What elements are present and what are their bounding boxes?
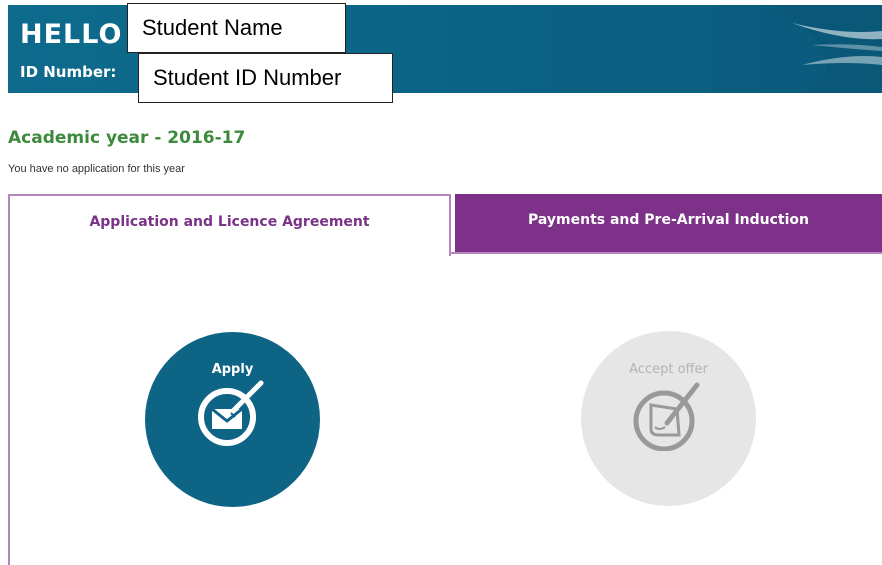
banner-wave-decoration <box>772 5 882 93</box>
apply-button[interactable]: Apply <box>145 332 320 507</box>
tab-divider <box>449 252 882 254</box>
student-id-box: Student ID Number <box>138 53 393 103</box>
no-application-note: You have no application for this year <box>8 163 185 175</box>
envelope-check-icon <box>197 380 263 446</box>
academic-year-title: Academic year - 2016-17 <box>8 128 246 148</box>
id-number-label: ID Number: <box>20 63 117 81</box>
student-name-box: Student Name <box>127 3 346 53</box>
panel-border <box>8 254 10 565</box>
document-sign-icon <box>633 382 699 451</box>
apply-label: Apply <box>211 362 254 377</box>
accept-offer-button: Accept offer <box>581 331 756 506</box>
tab-payments-induction[interactable]: Payments and Pre-Arrival Induction <box>455 194 882 254</box>
greeting-text: HELLO <box>20 19 123 50</box>
accept-offer-label: Accept offer <box>629 362 708 377</box>
tab-application-licence[interactable]: Application and Licence Agreement <box>8 194 451 256</box>
